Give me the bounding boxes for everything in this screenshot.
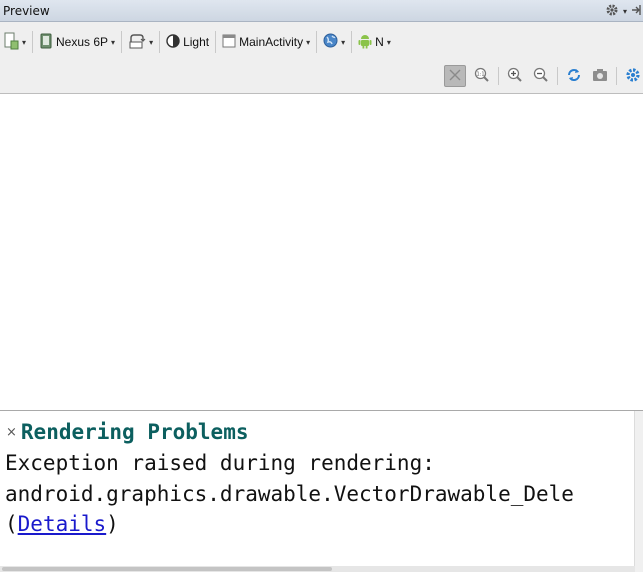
vertical-scrollbar[interactable]: [634, 411, 643, 572]
theme-label: Light: [183, 35, 210, 49]
rendering-problems-panel: × Rendering Problems Exception raised du…: [0, 410, 643, 572]
locale-selector[interactable]: ▾: [320, 30, 348, 54]
tool-window-title-bar: Preview ▾: [0, 0, 643, 22]
activity-label: MainActivity: [239, 35, 304, 49]
toolbar-divider: [215, 31, 217, 53]
preview-canvas: [0, 94, 643, 410]
details-open-paren: (: [5, 512, 18, 536]
activity-selector[interactable]: MainActivity ▾: [219, 30, 313, 54]
android-icon: [358, 33, 372, 52]
layout-file-button[interactable]: ▾: [0, 30, 29, 54]
settings-dropdown-caret[interactable]: ▾: [623, 7, 627, 16]
problems-heading: Rendering Problems: [20, 420, 249, 444]
toolbar-divider: [159, 31, 161, 53]
theme-icon: [166, 33, 180, 51]
refresh-icon: [566, 67, 582, 86]
zoom-actual-size-button[interactable]: 1:1: [472, 66, 492, 86]
dropdown-caret: ▾: [22, 37, 27, 47]
dropdown-caret: ▾: [341, 37, 346, 47]
error-message-line: Exception raised during rendering:: [5, 451, 435, 475]
toolbar-divider: [498, 67, 499, 85]
api-level-selector[interactable]: N ▾: [355, 30, 394, 54]
preview-settings-button[interactable]: [623, 66, 643, 86]
dropdown-caret: ▾: [306, 37, 311, 47]
toolbar-divider: [32, 31, 34, 53]
zoom-in-button[interactable]: [505, 66, 525, 86]
toolbar-divider: [616, 67, 617, 85]
camera-icon: [592, 68, 608, 85]
toolbar-divider: [121, 31, 123, 53]
scrollbar-thumb[interactable]: [2, 567, 332, 571]
zoom-out-icon: [533, 67, 549, 86]
orientation-icon: [128, 33, 146, 52]
zoom-one-to-one-icon: 1:1: [474, 67, 490, 86]
hide-panel-icon[interactable]: [631, 4, 641, 19]
toolbar-divider: [316, 31, 318, 53]
theme-selector[interactable]: Light: [163, 30, 212, 54]
details-line: (Details): [5, 512, 119, 536]
layout-file-icon: [3, 32, 19, 53]
zoom-to-fit-button[interactable]: [444, 65, 466, 87]
zoom-in-icon: [507, 67, 523, 86]
zoom-out-button[interactable]: [531, 66, 551, 86]
close-icon[interactable]: ×: [6, 426, 17, 439]
toolbar-divider: [557, 67, 558, 85]
toolbar-divider: [351, 31, 353, 53]
screenshot-button[interactable]: [590, 66, 610, 86]
refresh-button[interactable]: [564, 66, 584, 86]
orientation-selector[interactable]: ▾: [125, 30, 156, 54]
api-level-label: N: [375, 35, 384, 49]
dropdown-caret: ▾: [386, 37, 391, 47]
device-selector[interactable]: Nexus 6P ▾: [36, 30, 118, 54]
settings-gear-icon[interactable]: [605, 3, 619, 20]
problems-header: × Rendering Problems: [6, 420, 248, 444]
window-title: Preview: [3, 4, 50, 18]
globe-icon: [323, 33, 338, 51]
dropdown-caret: ▾: [149, 37, 154, 47]
svg-text:1:1: 1:1: [476, 71, 484, 77]
settings-gear-icon: [625, 67, 641, 86]
zoom-fit-icon: [448, 68, 462, 85]
horizontal-scrollbar[interactable]: [0, 566, 635, 572]
device-icon: [39, 33, 53, 52]
activity-icon: [222, 34, 236, 51]
dropdown-caret: ▾: [111, 37, 116, 47]
device-label: Nexus 6P: [56, 35, 109, 49]
details-link[interactable]: Details: [18, 512, 107, 536]
error-class-line: android.graphics.drawable.VectorDrawable…: [5, 482, 574, 506]
details-close-paren: ): [106, 512, 119, 536]
preview-toolbar: ▾ Nexus 6P ▾ ▾ Light MainActivity ▾ ▾ N …: [0, 22, 643, 94]
